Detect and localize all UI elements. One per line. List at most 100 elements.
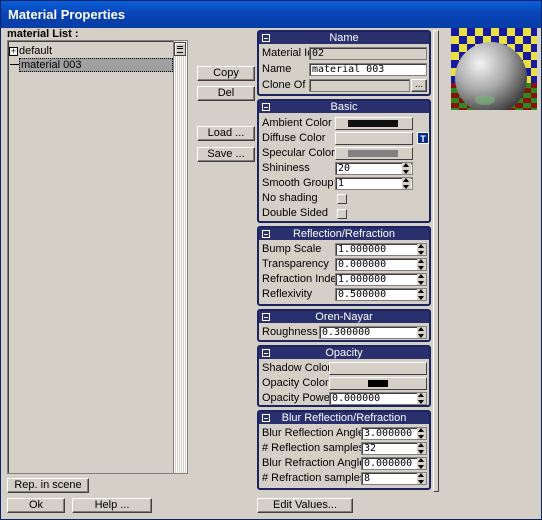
double-sided-checkbox[interactable] [337,209,347,219]
specular-color-swatch [348,150,398,157]
opacity-power-spinner-icon[interactable] [417,393,426,404]
roughness-spinner-icon[interactable] [417,327,426,338]
opacity-power-field[interactable]: 0.000000 [329,392,427,405]
reflection-refraction-panel: Reflection/Refraction Bump Scale 1.00000… [257,226,431,306]
list-scroll-thumb[interactable] [174,42,186,56]
reflection-panel-header[interactable]: Reflection/Refraction [259,228,429,240]
collapse-icon[interactable] [262,414,270,422]
refraction-index-spinner-icon[interactable] [417,274,426,285]
tree-item-label: material 003 [21,59,82,71]
blur-refraction-angle-label: Blur Refraction Angle [262,457,366,469]
reflexivity-spinner-icon[interactable] [417,289,426,300]
del-button[interactable]: Del [197,86,255,101]
ambient-color-button[interactable] [335,117,413,130]
copy-button[interactable]: Copy [197,66,255,81]
clone-browse-button[interactable]: ... [411,79,427,92]
collapse-icon[interactable] [262,34,270,42]
name-panel: Name Material Id 02 Name material 003 Cl… [257,30,431,96]
collapse-icon[interactable] [262,349,270,357]
opacity-color-label: Opacity Color [262,377,329,389]
name-field[interactable]: material 003 [309,63,427,76]
reflexivity-field[interactable]: 0.500000 [335,288,427,301]
material-preview-image [451,28,537,110]
smooth-group-spinner-icon[interactable] [402,178,411,189]
edit-values-button[interactable]: Edit Values... [257,498,353,513]
rep-in-scene-button[interactable]: Rep. in scene [7,478,89,493]
material-list[interactable] [7,40,188,474]
help-button[interactable]: Help ... [72,498,152,513]
diffuse-color-button[interactable] [335,132,413,145]
oren-panel-header[interactable]: Oren-Nayar [259,311,429,323]
transparency-label: Transparency [262,258,329,270]
material-id-label: Material Id [262,47,314,59]
panel-title: Oren-Nayar [315,311,373,323]
opacity-panel-header[interactable]: Opacity [259,347,429,359]
load-button[interactable]: Load ... [197,126,255,141]
basic-panel: Basic Ambient Color Diffuse Color T Spec… [257,99,431,223]
panel-title: Opacity [325,347,363,359]
name-label: Name [262,63,292,75]
blur-reflection-refraction-panel: Blur Reflection/Refraction Blur Reflecti… [257,410,431,490]
shininess-label: Shininess [262,162,310,174]
shadow-color-swatch [368,365,388,372]
bump-scale-spinner-icon[interactable] [417,244,426,255]
shininess-spinner-icon[interactable] [402,163,411,174]
properties-scroll-thumb[interactable] [433,30,439,492]
smooth-group-label: Smooth Group [262,177,334,189]
tree-item-material-003[interactable]: material 003 [19,58,173,72]
roughness-field[interactable]: 0.300000 [319,326,427,339]
refraction-samples-spinner-icon[interactable] [417,473,426,484]
reflexivity-label: Reflexivity [262,288,313,300]
specular-color-label: Specular Color [262,147,335,159]
basic-panel-header[interactable]: Basic [259,101,429,113]
name-panel-header[interactable]: Name [259,32,429,44]
collapse-icon[interactable] [262,103,270,111]
bump-scale-label: Bump Scale [262,243,322,255]
expand-icon[interactable]: + [9,46,18,56]
blur-reflection-angle-label: Blur Reflection Angle [262,427,365,439]
material-id-field: 02 [309,47,427,60]
double-sided-label: Double Sided [262,207,329,219]
material-list-label: material List : [7,28,79,40]
specular-color-button[interactable] [335,147,413,160]
list-scrollbar[interactable] [173,41,187,473]
opacity-color-swatch [368,380,388,387]
material-preview-sphere [451,28,537,110]
window-title: Material Properties [1,1,541,28]
ambient-color-label: Ambient Color [262,117,332,129]
opacity-power-label: Opacity Power [262,392,334,404]
no-shading-label: No shading [262,192,318,204]
collapse-icon[interactable] [262,313,270,321]
panel-title: Name [329,32,359,44]
refraction-samples-label: # Refraction samples [262,472,366,484]
refraction-index-label: Refraction Index [262,273,343,285]
shadow-color-button[interactable] [329,362,427,375]
tree-item-default[interactable]: + default [9,44,52,58]
tree-connector [10,64,19,65]
blur-reflection-angle-spinner-icon[interactable] [417,428,426,439]
transparency-spinner-icon[interactable] [417,259,426,270]
reflection-samples-spinner-icon[interactable] [417,443,426,454]
ambient-color-swatch [348,120,398,127]
blur-refraction-angle-spinner-icon[interactable] [417,458,426,469]
no-shading-checkbox[interactable] [337,194,347,204]
clone-of-label: Clone Of [262,79,306,91]
shadow-color-label: Shadow Color [262,362,332,374]
opacity-panel: Opacity Shadow Color Opacity Color Opaci… [257,345,431,407]
panel-title: Basic [330,101,358,113]
ok-button[interactable]: Ok [7,498,65,513]
tree-item-label: default [19,45,53,57]
diffuse-texture-button[interactable]: T [417,132,429,144]
diffuse-color-swatch [348,135,398,142]
collapse-icon[interactable] [262,230,270,238]
blur-panel-header[interactable]: Blur Reflection/Refraction [259,412,429,424]
panel-title: Blur Reflection/Refraction [281,412,407,424]
bump-scale-field[interactable]: 1.000000 [335,243,427,256]
transparency-field[interactable]: 0.000000 [335,258,427,271]
oren-nayar-panel: Oren-Nayar Roughness 0.300000 [257,309,431,342]
diffuse-color-label: Diffuse Color [262,132,326,144]
opacity-color-button[interactable] [329,377,427,390]
material-properties-window: Material Properties material List : + def… [0,0,542,520]
refraction-index-field[interactable]: 1.000000 [335,273,427,286]
save-button[interactable]: Save ... [197,147,255,162]
